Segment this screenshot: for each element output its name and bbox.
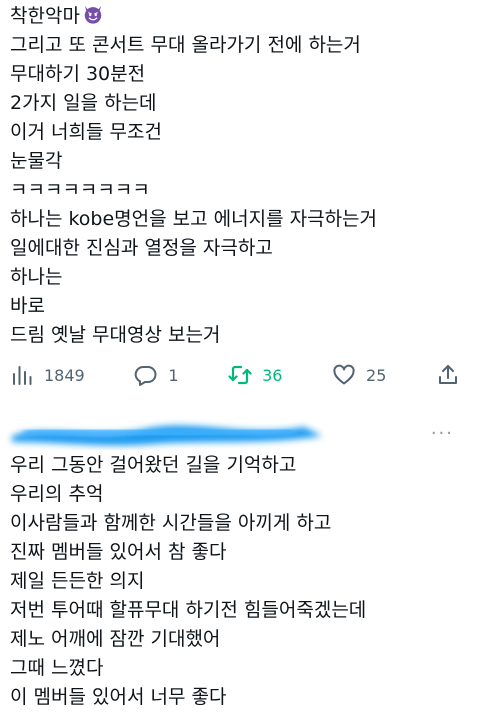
more-options-button[interactable]: ···	[431, 425, 454, 443]
tweet-1-line-11: 바로	[10, 295, 45, 317]
share-button[interactable]	[436, 363, 460, 387]
tweet-2-line-7: 제노 어깨에 잠깐 기대했어	[10, 628, 221, 650]
tweet-1-line-10: 하나는	[10, 266, 63, 288]
tweet-2-line-1: 우리 그동안 걸어왔던 길을 기억하고	[10, 454, 297, 476]
share-icon	[439, 365, 457, 384]
tweet-2-line-3: 이사람들과 함께한 시간들을 아끼게 하고	[10, 512, 332, 534]
tweet-1-text: 착한악마 그리고 또 콘서트 무대 올라가기 전에 하는거 무대하기 30분전 …	[10, 2, 470, 350]
tweet-1-line-6: 눈물각	[10, 150, 63, 172]
tweet-1-line-9: 일에대한 진심과 열정을 자극하고	[10, 237, 273, 259]
tweet-2-line-8: 그때 느꼈다	[10, 657, 104, 679]
retweet-icon	[228, 365, 252, 385]
like-button[interactable]: 25	[332, 363, 386, 387]
tweet-1-line-8: 하나는 kobe명언을 보고 에너지를 자극하는거	[10, 208, 378, 230]
tweet-1-line-1: 착한악마	[10, 2, 470, 31]
reply-count: 1	[168, 365, 179, 385]
views-count: 1849	[44, 365, 85, 385]
tweet-1-line-7: ㅋㅋㅋㅋㅋㅋㅋㅋ	[10, 179, 150, 201]
tweet-action-bar: 1849 1 36 25	[10, 360, 460, 390]
retweet-button[interactable]: 36	[228, 363, 282, 387]
tweet-2-line-6: 저번 투어때 할퓨무대 하기전 힘들어죽겠는데	[10, 599, 367, 621]
tweet-2-line-2: 우리의 추억	[10, 483, 104, 505]
like-count: 25	[366, 365, 387, 385]
tweet-1-line-12: 드림 옛날 무대영상 보는거	[10, 324, 221, 346]
tweet-2-line-4: 진짜 멤버들 있어서 참 좋다	[10, 541, 227, 563]
tweet-1-line-2: 그리고 또 콘서트 무대 올라가기 전에 하는거	[10, 34, 361, 56]
retweet-count: 36	[262, 365, 283, 385]
redacted-username-blur	[12, 425, 322, 446]
reply-button[interactable]: 1	[134, 363, 179, 387]
views-button[interactable]: 1849	[10, 363, 85, 387]
tweet-1-line-5: 이거 너희들 무조건	[10, 121, 162, 143]
heart-icon	[333, 364, 355, 385]
tweet-2-line-5: 제일 든든한 의지	[10, 570, 145, 592]
tweet-1-line-4: 2가지 일을 하는데	[10, 92, 157, 114]
smiling-devil-emoji-icon	[82, 3, 104, 25]
views-chart-icon	[13, 366, 32, 385]
tweet-1-line-3: 무대하기 30분전	[10, 63, 146, 85]
tweet-2-text: 우리 그동안 걸어왔던 길을 기억하고 우리의 추억 이사람들과 함께한 시간들…	[10, 451, 470, 712]
tweet-2-line-9: 이 멤버들 있어서 너무 좋다	[10, 686, 227, 708]
reply-bubble-icon	[134, 366, 157, 386]
